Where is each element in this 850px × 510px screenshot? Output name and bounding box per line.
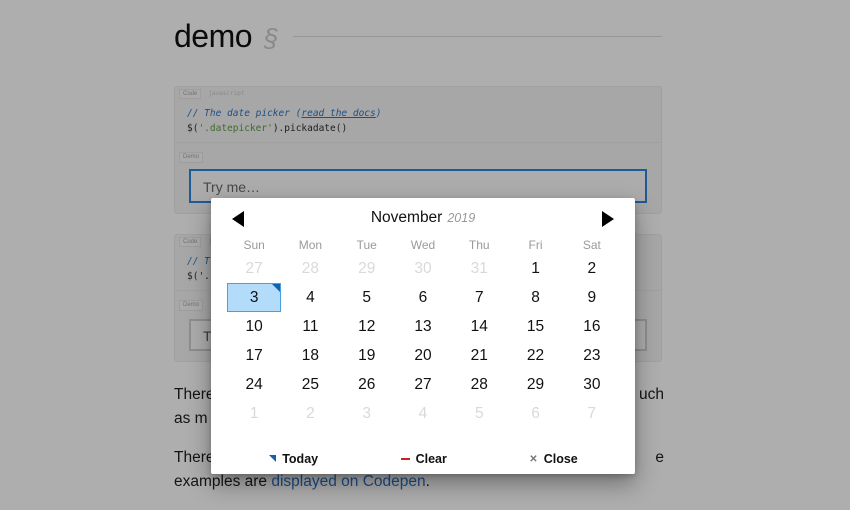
close-label: Close [543,452,578,466]
calendar-day[interactable]: 8 [508,283,562,312]
paragraph-text: There [174,449,215,466]
picker-footer: Today Clear ✕ Close [211,452,635,466]
code-tag: Code [179,89,202,99]
today-marker-icon [268,455,277,463]
calendar-week-row: 27 28 29 30 31 1 2 [226,254,620,283]
codepen-link[interactable]: displayed on Codepen [271,473,425,490]
date-picker-popup: November 2019 Sun Mon Tue Wed Thu Fri Sat 27 28 2… [211,198,635,474]
calendar-day-outside-month[interactable]: 4 [396,399,450,428]
calendar-day[interactable]: 17 [227,341,281,370]
close-button[interactable]: ✕ Close [529,452,577,466]
weekday-header: Sat [582,238,601,252]
calendar-day-outside-month[interactable]: 2 [283,399,337,428]
calendar-day-outside-month[interactable]: 6 [508,399,562,428]
calendar-day[interactable]: 2 [565,254,619,283]
weekday-header: Thu [468,238,490,252]
calendar-day[interactable]: 13 [396,312,450,341]
calendar-day-outside-month[interactable]: 31 [452,254,506,283]
calendar-day[interactable]: 16 [565,312,619,341]
calendar-day[interactable]: 28 [452,370,506,399]
demo-tag: Demo [179,152,204,163]
year-label: 2019 [447,211,476,225]
calendar-day[interactable]: 27 [396,370,450,399]
calendar-week-row: 17 18 19 20 21 22 23 [226,341,620,370]
calendar-day-outside-month[interactable]: 29 [340,254,394,283]
code-comment-end: ) [375,108,382,119]
calendar-day[interactable]: 14 [452,312,506,341]
code-comment: // The date picker ( [187,108,302,119]
demo-tag: Demo [179,300,204,311]
calendar-day[interactable]: 12 [340,312,394,341]
calendar-day-outside-month[interactable]: 5 [452,399,506,428]
weekday-header: Tue [356,238,377,252]
weekday-header: Sun [243,238,265,252]
calendar-day-outside-month[interactable]: 1 [227,399,281,428]
paragraph-text: . [425,473,430,490]
clear-button[interactable]: Clear [400,452,447,466]
calendar-day[interactable]: 11 [283,312,337,341]
calendar-week-row: 24 25 26 27 28 29 30 [226,370,620,399]
calendar-day[interactable]: 20 [396,341,450,370]
next-month-button[interactable] [600,211,614,227]
calendar-day[interactable]: 23 [565,341,619,370]
code-demo-block-1: Code javascript // The date picker (read… [174,86,662,214]
calendar-day[interactable]: 18 [283,341,337,370]
read-the-docs-link[interactable]: read the docs [301,108,375,119]
code-token: ).pickadate() [272,123,348,134]
weekday-header: Fri [528,238,543,252]
clear-label: Clear [415,452,447,466]
weekday-header: Wed [410,238,436,252]
close-icon: ✕ [529,453,538,465]
calendar-day[interactable]: 15 [508,312,562,341]
section-heading: demo § [174,18,662,55]
calendar-week-row: 10 11 12 13 14 15 16 [226,312,620,341]
calendar-day-outside-month[interactable]: 27 [227,254,281,283]
calendar-day[interactable]: 6 [396,283,450,312]
calendar-day[interactable]: 21 [452,341,506,370]
code-string: '.datepicker' [198,123,273,134]
calendar-day-outside-month[interactable]: 30 [396,254,450,283]
calendar-day-outside-month[interactable]: 7 [565,399,619,428]
calendar-week-row: 1234567 [226,399,620,428]
code-tag: Code [179,237,202,247]
today-button[interactable]: Today [268,452,318,466]
calendar-day[interactable]: 24 [227,370,281,399]
code-token: $( [187,123,199,134]
weekday-header: Mon [298,238,323,252]
picker-header: November 2019 [211,198,635,238]
calendar-day[interactable]: 19 [340,341,394,370]
page-title: demo [174,18,253,54]
calendar-day-outside-month[interactable]: 3 [340,399,394,428]
calendar-day[interactable]: 9 [565,283,619,312]
calendar-day[interactable]: 1 [508,254,562,283]
calendar-day-outside-month[interactable]: 28 [283,254,337,283]
calendar-day[interactable]: 7 [452,283,506,312]
clear-icon [400,458,410,460]
calendar-grid: Sun Mon Tue Wed Thu Fri Sat 27 28 29 30 31 1 2 3 4 5 6 7 8… [226,238,620,428]
section-anchor-link[interactable]: § [264,23,278,54]
calendar-day-selected[interactable]: 3 [227,283,282,312]
month-year-label: November 2019 [211,209,635,227]
month-label: November [370,209,443,226]
calendar-day[interactable]: 4 [283,283,337,312]
heading-divider [292,36,662,37]
calendar-day[interactable]: 10 [227,312,281,341]
calendar-day[interactable]: 22 [508,341,562,370]
calendar-day[interactable]: 26 [340,370,394,399]
paragraph-text: e [655,449,664,466]
calendar-week-row: 3456789 [226,283,620,312]
calendar-day[interactable]: 29 [508,370,562,399]
paragraph-text: examples are [174,473,272,490]
code-snippet: // The date picker (read the docs) $('.d… [175,101,661,142]
paragraph-text: uch [639,386,664,403]
page: demo § Code javascript // The date picke… [0,0,850,510]
paragraph-text: There [174,386,215,403]
calendar-day[interactable]: 5 [340,283,394,312]
calendar-day[interactable]: 30 [565,370,619,399]
calendar-day[interactable]: 25 [283,370,337,399]
today-label: Today [282,452,319,466]
language-tag: javascript [208,90,245,97]
